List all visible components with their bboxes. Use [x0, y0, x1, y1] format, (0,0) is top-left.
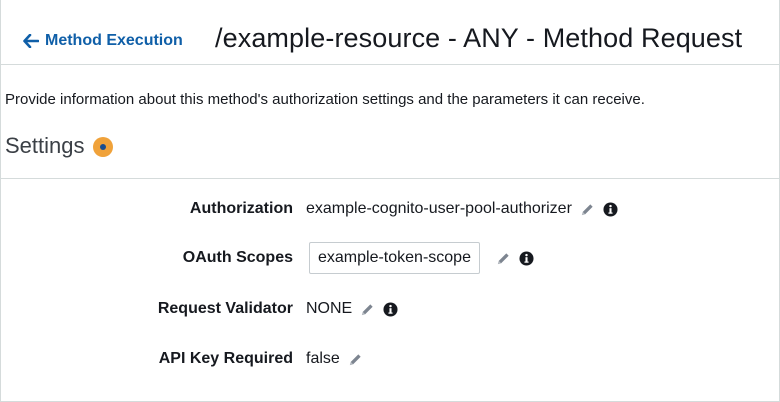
oauth-scopes-row: OAuth Scopes example-token-scope	[1, 241, 779, 275]
request-validator-value-group: NONE	[306, 300, 398, 318]
api-key-required-value-group: false	[306, 350, 363, 368]
info-circle-icon[interactable]	[603, 201, 618, 217]
oauth-scopes-value-group: example-token-scope	[306, 242, 534, 274]
api-key-required-value: false	[306, 350, 340, 367]
authorization-value-group: example-cognito-user-pool-authorizer	[306, 200, 618, 218]
settings-title: Settings	[5, 133, 85, 158]
page-title: /example-resource - ANY - Method Request	[215, 23, 743, 53]
page-description: Provide information about this method's …	[5, 91, 645, 108]
method-request-page: Method Execution /example-resource - ANY…	[0, 0, 780, 402]
oauth-scope-token: example-token-scope	[309, 242, 480, 274]
api-key-required-label: API Key Required	[158, 350, 293, 367]
api-key-required-row: API Key Required false	[1, 342, 779, 376]
authorization-value: example-cognito-user-pool-authorizer	[306, 200, 572, 217]
pencil-icon[interactable]	[360, 302, 375, 317]
pencil-icon[interactable]	[580, 202, 595, 217]
method-execution-back-link[interactable]: Method Execution	[23, 32, 183, 50]
request-validator-row: Request Validator NONE	[1, 292, 779, 326]
settings-heading: Settings	[5, 133, 113, 159]
pencil-icon[interactable]	[348, 352, 363, 367]
section-divider	[1, 178, 779, 179]
info-circle-icon[interactable]	[383, 301, 398, 317]
oauth-scopes-label: OAuth Scopes	[182, 249, 293, 266]
request-validator-value: NONE	[306, 300, 353, 317]
settings-info-badge-icon[interactable]	[92, 137, 113, 157]
page-header: Method Execution /example-resource - ANY…	[1, 0, 779, 65]
info-circle-icon[interactable]	[519, 250, 534, 266]
authorization-label: Authorization	[189, 200, 293, 217]
arrow-left-icon	[23, 34, 39, 48]
back-link-label[interactable]: Method Execution	[45, 32, 183, 50]
request-validator-label: Request Validator	[157, 300, 293, 317]
authorization-row: Authorization example-cognito-user-pool-…	[1, 192, 779, 226]
pencil-icon[interactable]	[496, 251, 511, 266]
